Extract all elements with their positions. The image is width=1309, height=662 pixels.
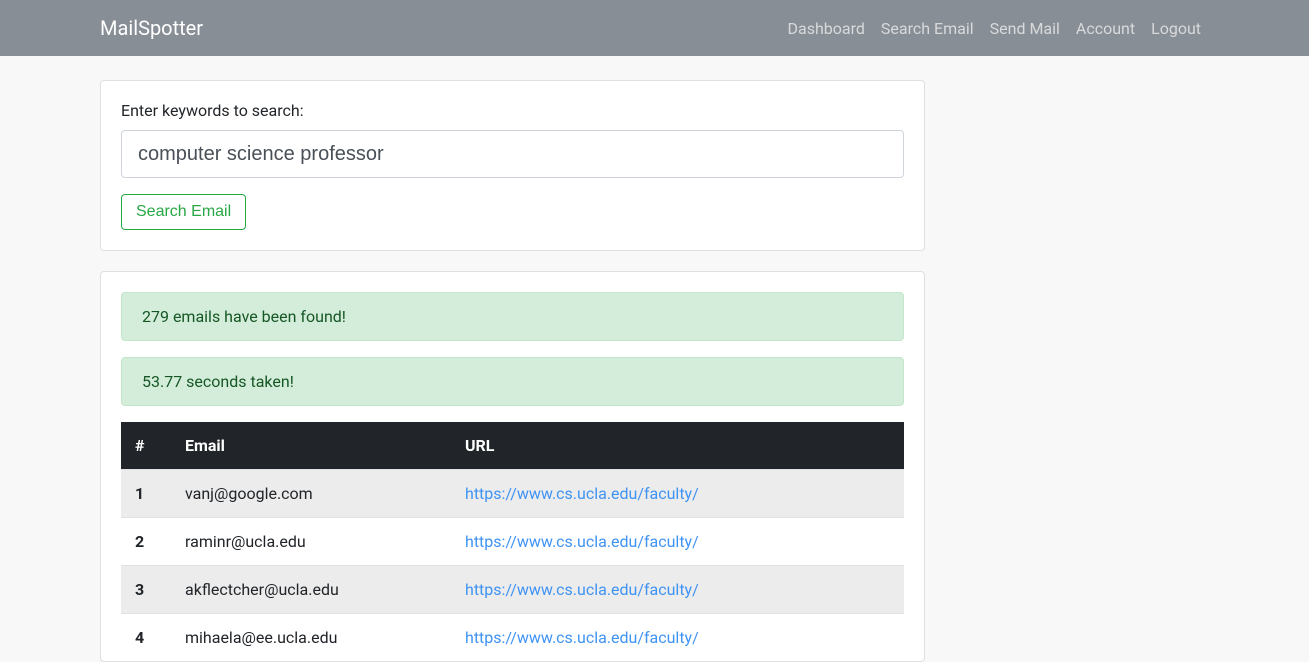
cell-email: mihaela@ee.ucla.edu: [171, 614, 451, 662]
th-num: #: [121, 422, 171, 470]
results-table: # Email URL 1 vanj@google.com https://ww…: [121, 422, 904, 661]
cell-num: 4: [121, 614, 171, 662]
url-link[interactable]: https://www.cs.ucla.edu/faculty/: [465, 484, 699, 503]
search-input[interactable]: [121, 130, 904, 178]
results-card: 279 emails have been found! 53.77 second…: [100, 271, 925, 662]
search-card: Enter keywords to search: Search Email: [100, 80, 925, 251]
alert-time: 53.77 seconds taken!: [121, 357, 904, 406]
cell-url: https://www.cs.ucla.edu/faculty/: [451, 614, 904, 662]
cell-num: 2: [121, 518, 171, 566]
brand[interactable]: MailSpotter: [100, 16, 203, 40]
search-email-button[interactable]: Search Email: [121, 194, 246, 230]
url-link[interactable]: https://www.cs.ucla.edu/faculty/: [465, 628, 699, 647]
cell-url: https://www.cs.ucla.edu/faculty/: [451, 566, 904, 614]
alert-found: 279 emails have been found!: [121, 292, 904, 341]
table-row: 3 akflectcher@ucla.edu https://www.cs.uc…: [121, 566, 904, 614]
url-link[interactable]: https://www.cs.ucla.edu/faculty/: [465, 532, 699, 551]
cell-email: vanj@google.com: [171, 470, 451, 518]
nav-link-dashboard[interactable]: Dashboard: [788, 19, 865, 38]
nav-link-send-mail[interactable]: Send Mail: [990, 19, 1060, 38]
navbar: MailSpotter Dashboard Search Email Send …: [0, 0, 1309, 56]
th-url: URL: [451, 422, 904, 470]
nav-link-search-email[interactable]: Search Email: [881, 19, 974, 38]
th-email: Email: [171, 422, 451, 470]
nav-link-logout[interactable]: Logout: [1151, 19, 1201, 38]
cell-url: https://www.cs.ucla.edu/faculty/: [451, 470, 904, 518]
nav-link-account[interactable]: Account: [1076, 19, 1135, 38]
cell-num: 1: [121, 470, 171, 518]
cell-num: 3: [121, 566, 171, 614]
search-label: Enter keywords to search:: [121, 101, 904, 120]
cell-email: akflectcher@ucla.edu: [171, 566, 451, 614]
table-row: 4 mihaela@ee.ucla.edu https://www.cs.ucl…: [121, 614, 904, 662]
url-link[interactable]: https://www.cs.ucla.edu/faculty/: [465, 580, 699, 599]
cell-email: raminr@ucla.edu: [171, 518, 451, 566]
table-row: 2 raminr@ucla.edu https://www.cs.ucla.ed…: [121, 518, 904, 566]
cell-url: https://www.cs.ucla.edu/faculty/: [451, 518, 904, 566]
navbar-nav: Dashboard Search Email Send Mail Account…: [788, 19, 1202, 38]
table-row: 1 vanj@google.com https://www.cs.ucla.ed…: [121, 470, 904, 518]
